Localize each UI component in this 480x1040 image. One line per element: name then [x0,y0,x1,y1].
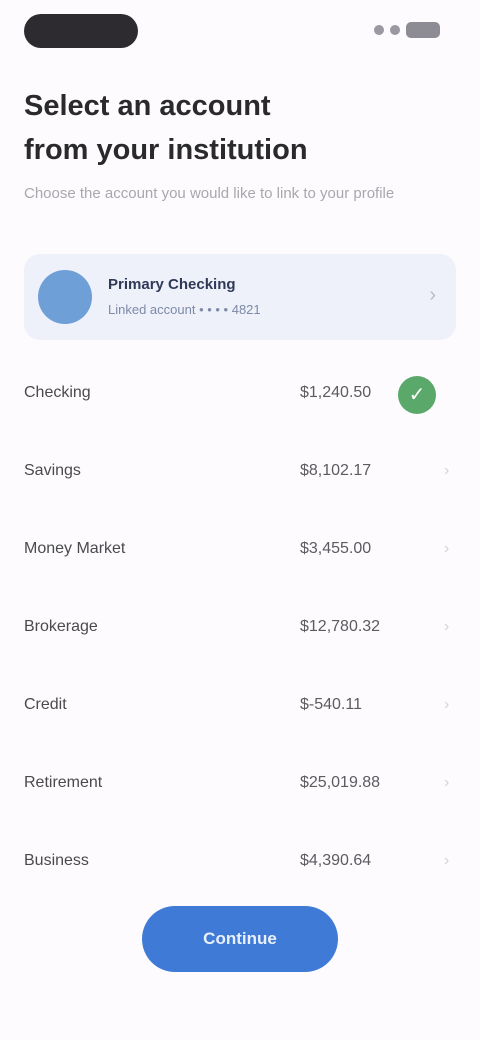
account-balance: $4,390.64 [300,852,372,869]
account-balance: $1,240.50 [300,384,372,401]
selected-account-subtitle: Linked account • • • • 4821 [108,302,261,317]
screen: Select an account from your institution … [0,0,480,1040]
wifi-icon [390,25,400,35]
checkmark-icon[interactable]: ✓ [398,376,436,414]
account-name: Credit [24,696,67,713]
account-name: Savings [24,462,81,479]
account-name: Brokerage [24,618,98,635]
dynamic-island [24,14,138,48]
account-row[interactable]: Credit $-540.11 › [0,668,480,746]
account-name: Checking [24,384,91,401]
account-row[interactable]: Business $4,390.64 › [0,824,480,902]
account-name: Business [24,852,89,869]
chevron-right-icon: › [444,618,450,635]
signal-icon [374,25,384,35]
bank-icon [38,270,92,324]
battery-icon [406,22,440,38]
account-row[interactable]: Retirement $25,019.88 › [0,746,480,824]
account-balance: $3,455.00 [300,540,372,557]
account-list: Checking $1,240.50 ✓ Savings $8,102.17 ›… [0,356,480,902]
account-balance: $25,019.88 [300,774,381,791]
chevron-right-icon: › [444,774,450,791]
account-name: Money Market [24,540,126,557]
chevron-right-icon: › [444,540,450,557]
status-bar [0,0,480,64]
continue-button[interactable]: Continue [142,906,338,972]
account-balance: $-540.11 [300,696,362,713]
chevron-right-icon: › [444,696,450,713]
account-row[interactable]: Money Market $3,455.00 › [0,512,480,590]
selected-account-title: Primary Checking [108,276,236,293]
account-row[interactable]: Checking $1,240.50 ✓ [0,356,480,434]
status-icons [374,22,440,38]
account-balance: $8,102.17 [300,462,372,479]
account-balance: $12,780.32 [300,618,381,635]
chevron-right-icon: › [444,852,450,869]
chevron-right-icon: › [429,284,436,306]
chevron-right-icon: › [444,462,450,479]
account-row[interactable]: Savings $8,102.17 › [0,434,480,512]
page-title: Select an account from your institution [24,90,308,166]
selected-account-card[interactable]: Primary Checking Linked account • • • • … [24,254,456,340]
account-row[interactable]: Brokerage $12,780.32 › [0,590,480,668]
account-name: Retirement [24,774,103,791]
page-subtitle: Choose the account you would like to lin… [24,185,395,202]
